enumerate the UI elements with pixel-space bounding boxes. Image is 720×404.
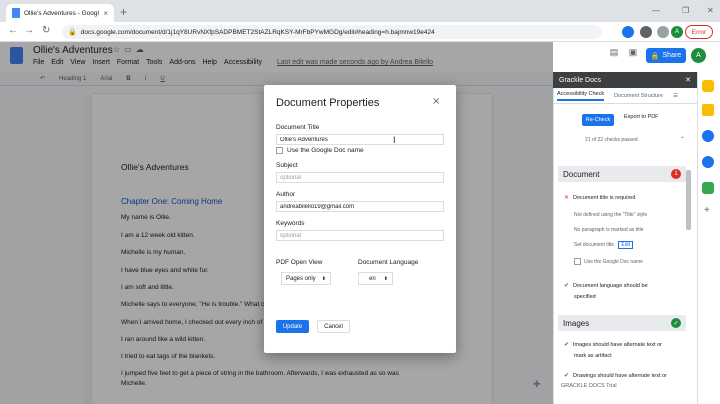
collapse-icon[interactable]: ⌃ xyxy=(680,136,685,143)
pdf-open-view-value: Pages only xyxy=(286,275,316,282)
error-item-label: Document title is required xyxy=(573,195,636,201)
check-icon: ✔ xyxy=(564,373,570,379)
sidebar-error-item[interactable]: ✕ Document title is required xyxy=(564,194,635,201)
updown-icon: ⬍ xyxy=(383,275,388,282)
pass-item-label-cont: mark as artifact xyxy=(574,353,612,359)
dialog-title: Document Properties xyxy=(276,97,380,109)
sidebar-header: Grackle Docs ✕ xyxy=(553,72,697,88)
extension-icon[interactable] xyxy=(622,26,634,38)
present-icon[interactable]: ▣ xyxy=(626,47,640,59)
keep-icon[interactable] xyxy=(702,80,714,92)
use-google-doc-name-checkbox[interactable] xyxy=(276,147,283,154)
explore-icon[interactable]: ✚ xyxy=(533,379,541,390)
sidebar-menu-icon[interactable]: ☰ xyxy=(673,93,678,99)
document-language-label: Document Language xyxy=(358,259,419,266)
tab-document-structure[interactable]: Document Structure xyxy=(614,93,663,99)
extension-icon[interactable] xyxy=(640,26,652,38)
pass-item-label: Images should have alternate text or xyxy=(573,342,663,348)
pdf-open-view-label: PDF Open View xyxy=(276,259,323,266)
document-title-label: Document Title xyxy=(276,124,320,131)
pass-item-label-cont: specified xyxy=(574,294,596,300)
url-text[interactable]: docs.google.com/document/d/1j1qY8URvNXfp… xyxy=(81,29,435,36)
lock-icon: 🔒 xyxy=(650,52,660,60)
error-x-icon: ✕ xyxy=(564,195,570,201)
recheck-button[interactable]: Re-Check xyxy=(582,114,614,126)
keywords-label: Keywords xyxy=(276,220,305,227)
document-section-header[interactable]: Document 1 xyxy=(558,166,686,182)
set-title-label: Set document title xyxy=(574,242,615,248)
tab-title: Ollie's Adventures - Google Docs xyxy=(24,9,99,17)
check-icon: ✔ xyxy=(564,283,570,289)
sidebar-subitem: No paragraph is marked as title xyxy=(574,227,644,233)
pdf-open-view-select[interactable]: Pages only ⬍ xyxy=(281,272,331,285)
avatar[interactable]: A xyxy=(691,48,706,63)
sidebar-title: Grackle Docs xyxy=(559,76,602,84)
sidebar-pass-item[interactable]: ✔ Drawings should have alternate text or xyxy=(564,372,667,379)
author-input[interactable] xyxy=(276,201,444,212)
forward-icon[interactable]: → xyxy=(24,25,34,36)
check-icon: ✔ xyxy=(564,342,570,348)
use-google-name-checkbox[interactable] xyxy=(574,258,581,265)
sidebar-pass-item[interactable]: ✔ Images should have alternate text or xyxy=(564,341,662,348)
use-google-name-label: Use the Google Doc name xyxy=(584,258,643,265)
document-language-value: en xyxy=(369,275,376,282)
document-title-input[interactable] xyxy=(276,134,444,145)
use-google-doc-name-row[interactable]: Use the Google Doc name xyxy=(276,147,364,154)
share-button[interactable]: 🔒 Share xyxy=(646,48,686,63)
calendar-icon[interactable] xyxy=(702,130,714,142)
addon-icon[interactable] xyxy=(702,182,714,194)
reload-icon[interactable]: ↻ xyxy=(42,25,50,36)
profile-avatar[interactable]: A xyxy=(671,26,683,38)
section-title: Images xyxy=(563,318,590,328)
back-icon[interactable]: ← xyxy=(8,25,18,36)
set-title-row: Set document title Edit xyxy=(574,241,634,249)
sidebar-footer: GRACKLE DOCS Trial xyxy=(561,383,617,389)
author-label: Author xyxy=(276,191,296,198)
lock-icon: 🔒 xyxy=(68,29,77,36)
error-count-badge: 1 xyxy=(671,169,681,179)
extension-icon[interactable] xyxy=(657,26,669,38)
contacts-icon[interactable] xyxy=(702,156,714,168)
comments-icon[interactable]: ▤ xyxy=(607,47,621,59)
pass-item-label: Document language should be xyxy=(573,283,648,289)
cancel-button[interactable]: Cancel xyxy=(317,320,350,333)
images-section-header[interactable]: Images ✓ xyxy=(558,315,686,331)
tasks-icon[interactable] xyxy=(702,104,714,116)
set-title-edit-button[interactable]: Edit xyxy=(618,241,634,249)
sidebar-pass-item[interactable]: ✔ Document language should be xyxy=(564,282,648,289)
export-pdf-button[interactable]: Export to PDF xyxy=(624,114,659,120)
subject-input[interactable] xyxy=(276,172,444,183)
window-close-icon[interactable]: ✕ xyxy=(707,6,714,15)
error-button[interactable]: Error xyxy=(685,25,713,39)
tab-accessibility-check[interactable]: Accessibility Check xyxy=(557,91,605,101)
browser-tab[interactable]: Ollie's Adventures - Google Docs × xyxy=(6,4,114,22)
document-language-select[interactable]: en ⬍ xyxy=(358,272,393,285)
share-label: Share xyxy=(662,52,682,59)
subject-label: Subject xyxy=(276,162,298,169)
text-cursor-icon: I xyxy=(393,135,396,145)
maximize-icon[interactable]: ❐ xyxy=(682,6,689,15)
dialog-close-icon[interactable]: × xyxy=(432,96,440,107)
add-addon-icon[interactable]: + xyxy=(704,205,710,216)
updown-icon: ⬍ xyxy=(321,275,326,282)
minimize-icon[interactable]: — xyxy=(652,6,660,15)
omnibox[interactable]: 🔒 docs.google.com/document/d/1j1qY8URvNX… xyxy=(62,25,602,39)
sidebar-scrollbar[interactable] xyxy=(686,170,691,230)
keywords-input[interactable] xyxy=(276,230,444,241)
new-tab-icon[interactable]: + xyxy=(120,5,127,19)
update-button[interactable]: Update xyxy=(276,320,309,333)
right-rail xyxy=(697,72,720,404)
checks-passed-text: 21 of 22 checks passed xyxy=(585,137,638,143)
use-google-doc-name-label: Use the Google Doc name xyxy=(287,147,364,154)
use-google-name-row[interactable]: Use the Google Doc name xyxy=(574,258,643,265)
section-title: Document xyxy=(563,169,600,179)
sidebar-tabs: Accessibility Check Document Structure ☰ xyxy=(553,88,697,104)
docs-favicon-icon xyxy=(12,8,20,18)
sidebar-close-icon[interactable]: ✕ xyxy=(685,76,691,84)
pass-item-label: Drawings should have alternate text or xyxy=(573,373,667,379)
pass-check-badge: ✓ xyxy=(671,318,681,328)
sidebar-subitem: Not defined using the "Title" style xyxy=(574,212,648,218)
tab-close-icon[interactable]: × xyxy=(103,9,108,18)
